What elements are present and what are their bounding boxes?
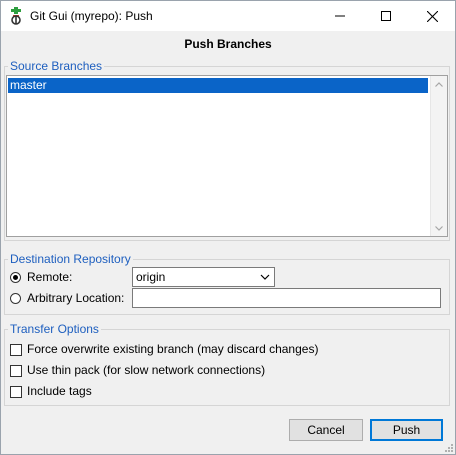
push-dialog: Git Gui (myrepo): Push Push Branches Sou… [0, 0, 456, 455]
dialog-heading: Push Branches [184, 37, 272, 51]
remote-radio[interactable] [10, 272, 21, 283]
transfer-options-legend: Transfer Options [10, 322, 99, 336]
scroll-down-button[interactable] [431, 220, 447, 236]
scroll-up-button[interactable] [431, 76, 447, 92]
close-button[interactable] [409, 1, 455, 31]
remote-select-value: origin [136, 270, 166, 284]
destination-repository-legend: Destination Repository [10, 252, 131, 266]
cancel-button[interactable]: Cancel [289, 419, 363, 441]
thin-pack-checkbox[interactable] [10, 365, 22, 377]
branch-item-master[interactable]: master [8, 78, 428, 93]
force-overwrite-label: Force overwrite existing branch (may dis… [27, 342, 319, 356]
window-title: Git Gui (myrepo): Push [30, 9, 153, 23]
include-tags-label: Include tags [27, 384, 92, 398]
git-gui-icon [11, 7, 21, 25]
maximize-icon [381, 11, 391, 21]
minimize-icon [335, 15, 345, 17]
force-overwrite-checkbox[interactable] [10, 344, 22, 356]
dropdown-chevron-icon [260, 274, 270, 280]
source-branches-list[interactable]: master [6, 75, 448, 237]
arbitrary-location-radio[interactable] [10, 293, 21, 304]
remote-label: Remote: [27, 270, 73, 284]
arbitrary-location-label: Arbitrary Location: [27, 291, 125, 305]
title-bar: Git Gui (myrepo): Push [1, 1, 455, 31]
close-icon [426, 10, 438, 22]
arbitrary-location-input[interactable] [132, 288, 441, 308]
scroll-down-icon [435, 225, 443, 231]
maximize-button[interactable] [363, 1, 409, 31]
resize-grip-icon[interactable] [443, 442, 453, 452]
source-branches-legend: Source Branches [10, 59, 103, 73]
list-scrollbar[interactable] [430, 76, 447, 236]
thin-pack-label: Use thin pack (for slow network connecti… [27, 363, 266, 377]
minimize-button[interactable] [317, 1, 363, 31]
include-tags-checkbox[interactable] [10, 386, 22, 398]
remote-select[interactable]: origin [132, 267, 275, 287]
push-button[interactable]: Push [370, 419, 443, 441]
scroll-up-icon [435, 81, 443, 87]
